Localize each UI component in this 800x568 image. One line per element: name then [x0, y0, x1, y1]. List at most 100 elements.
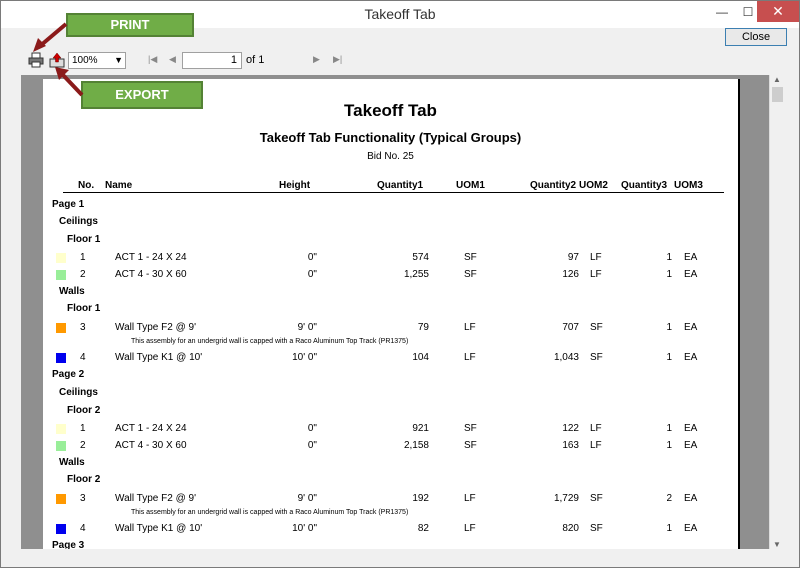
row-uom2: LF	[590, 440, 602, 451]
first-page-icon[interactable]: |◀	[148, 54, 157, 65]
scroll-down-icon[interactable]: ▼	[773, 540, 781, 549]
row-name: Wall Type F2 @ 9'	[115, 493, 196, 504]
row-no: 2	[80, 269, 86, 280]
row-uom1: SF	[464, 423, 477, 434]
row-no: 1	[80, 423, 86, 434]
row-uom3: EA	[684, 523, 698, 534]
row-quantity1: 104	[412, 352, 429, 363]
row-uom1: SF	[464, 252, 477, 263]
row-quantity1: 2,158	[403, 440, 429, 451]
row-uom3: EA	[684, 269, 698, 280]
group-label: Floor 2	[67, 405, 101, 416]
close-window-button[interactable]: ✕	[757, 1, 799, 22]
row-name: ACT 4 - 30 X 60	[115, 440, 187, 451]
color-swatch	[56, 494, 66, 504]
next-page-icon[interactable]: ▶	[313, 54, 320, 65]
scroll-thumb[interactable]	[772, 87, 783, 102]
row-uom3: EA	[684, 352, 698, 363]
group-label: Page 1	[52, 199, 85, 210]
group-label: Floor 2	[67, 474, 101, 485]
row-height: 10' 0"	[292, 523, 317, 534]
col-uom3: UOM3	[674, 180, 703, 191]
row-uom1: SF	[464, 269, 477, 280]
print-arrow-icon	[33, 22, 68, 52]
row-height: 10' 0"	[292, 352, 317, 363]
group-label: Page 3	[52, 540, 85, 549]
row-uom3: EA	[684, 322, 698, 333]
color-swatch	[56, 353, 66, 363]
row-name: ACT 4 - 30 X 60	[115, 269, 187, 280]
col-uom1: UOM1	[456, 180, 485, 191]
row-quantity1: 921	[412, 423, 429, 434]
group-label: Ceilings	[59, 216, 98, 227]
last-page-icon[interactable]: ▶|	[333, 54, 342, 65]
row-quantity1: 192	[412, 493, 429, 504]
color-swatch	[56, 323, 66, 333]
export-arrow-icon	[55, 67, 84, 97]
row-quantity2: 122	[562, 423, 579, 434]
group-label: Walls	[59, 286, 85, 297]
page-count: of 1	[246, 54, 265, 66]
row-quantity3: 1	[666, 423, 672, 434]
row-quantity2: 707	[562, 322, 579, 333]
row-name: ACT 1 - 24 X 24	[115, 252, 187, 263]
bid-number: Bid No. 25	[367, 151, 414, 162]
row-quantity3: 2	[666, 493, 672, 504]
row-quantity3: 1	[666, 523, 672, 534]
row-uom1: LF	[464, 523, 476, 534]
group-label: Ceilings	[59, 387, 98, 398]
assembly-note: This assembly for an undergrid wall is c…	[131, 338, 409, 345]
row-uom1: SF	[464, 440, 477, 451]
report-page: Takeoff Tab Takeoff Tab Functionality (T…	[43, 79, 740, 549]
row-uom3: EA	[684, 493, 698, 504]
row-uom1: LF	[464, 352, 476, 363]
row-quantity1: 79	[417, 322, 429, 333]
row-name: Wall Type F2 @ 9'	[115, 322, 196, 333]
printer-icon[interactable]	[28, 52, 44, 68]
row-quantity3: 1	[666, 269, 672, 280]
row-height: 0"	[307, 252, 317, 263]
assembly-note: This assembly for an undergrid wall is c…	[131, 509, 409, 516]
row-quantity2: 126	[562, 269, 579, 280]
row-quantity2: 1,729	[553, 493, 579, 504]
row-uom2: LF	[590, 423, 602, 434]
row-height: 9' 0"	[297, 322, 317, 333]
row-quantity3: 1	[666, 352, 672, 363]
color-swatch	[56, 253, 66, 263]
minimize-button[interactable]: —	[709, 1, 735, 22]
row-quantity1: 574	[412, 252, 429, 263]
row-no: 4	[80, 523, 86, 534]
color-swatch	[56, 424, 66, 434]
row-uom2: SF	[590, 322, 603, 333]
row-height: 0"	[307, 423, 317, 434]
row-quantity3: 1	[666, 252, 672, 263]
color-swatch	[56, 270, 66, 280]
row-uom2: SF	[590, 493, 603, 504]
scroll-up-icon[interactable]: ▲	[773, 75, 781, 84]
row-no: 4	[80, 352, 86, 363]
row-quantity2: 820	[562, 523, 579, 534]
report-viewer[interactable]: Takeoff Tab Takeoff Tab Functionality (T…	[21, 75, 769, 549]
col-quantity2: Quantity2	[530, 180, 577, 191]
row-height: 0"	[307, 440, 317, 451]
color-swatch	[56, 441, 66, 451]
row-uom1: LF	[464, 322, 476, 333]
export-callout: EXPORT	[81, 81, 203, 109]
vertical-scrollbar[interactable]: ▲ ▼	[769, 75, 787, 549]
row-no: 3	[80, 493, 86, 504]
close-button[interactable]: Close	[725, 28, 787, 46]
row-quantity2: 163	[562, 440, 579, 451]
color-swatch	[56, 524, 66, 534]
row-no: 3	[80, 322, 86, 333]
row-uom3: EA	[684, 423, 698, 434]
prev-page-icon[interactable]: ◀	[169, 54, 176, 65]
row-uom2: LF	[590, 252, 602, 263]
row-uom2: SF	[590, 352, 603, 363]
row-name: Wall Type K1 @ 10'	[115, 352, 203, 363]
row-no: 2	[80, 440, 86, 451]
row-quantity2: 1,043	[553, 352, 579, 363]
page-number-input[interactable]: 1	[182, 52, 242, 69]
row-height: 0"	[307, 269, 317, 280]
header-divider	[63, 192, 724, 193]
row-quantity1: 1,255	[403, 269, 429, 280]
